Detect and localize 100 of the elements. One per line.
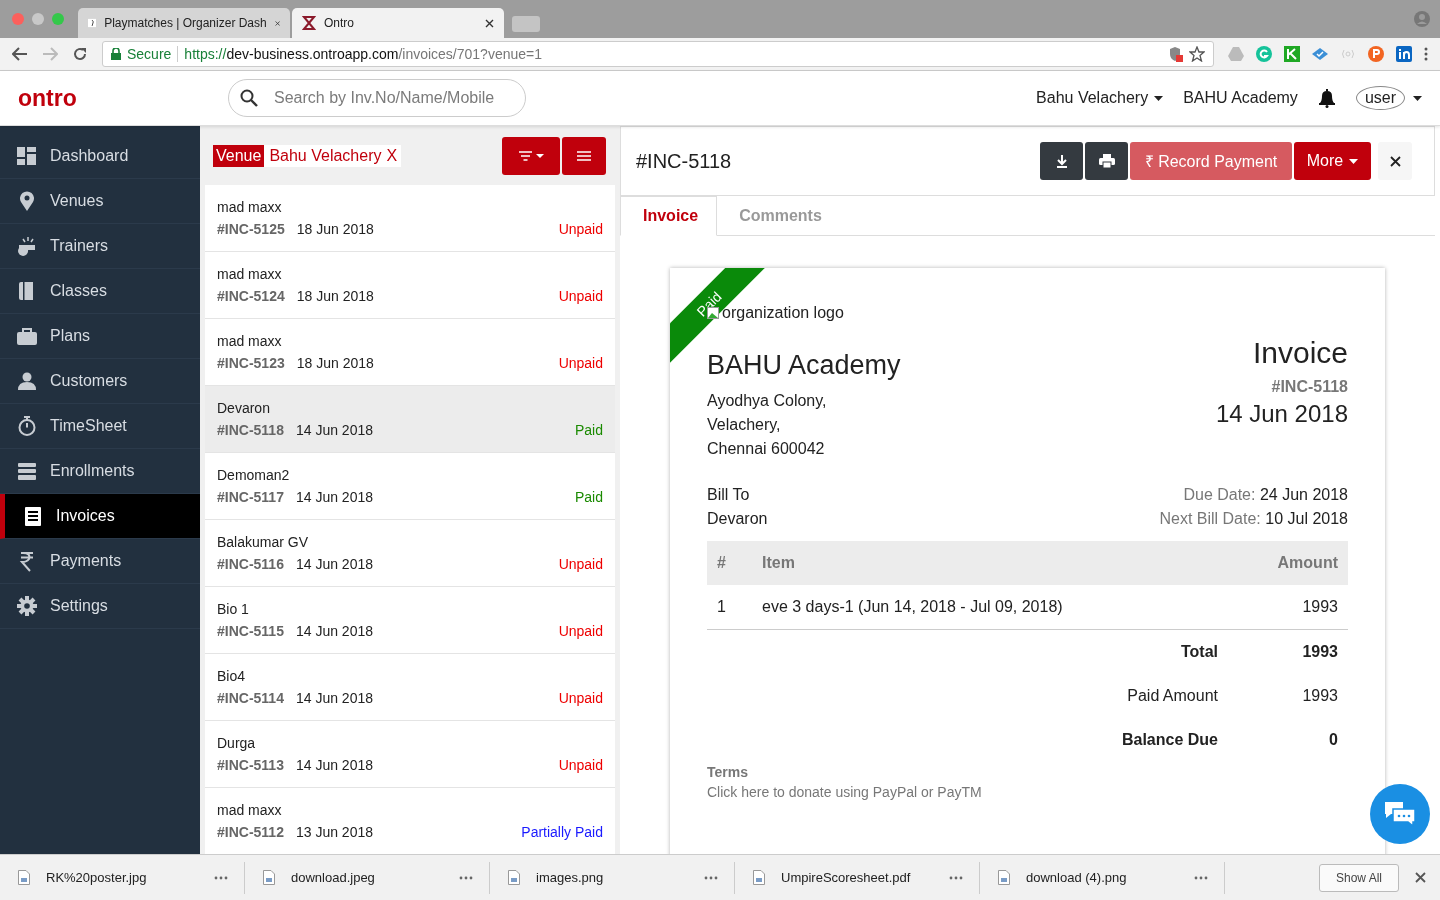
invoice-list-item[interactable]: Durga #INC-5113 14 Jun 2018 Unpaid [205, 721, 615, 788]
file-icon [18, 870, 30, 885]
address-bar[interactable]: Secure https://dev-business.ontroapp.com/invoices/701?venue=1 [102, 41, 1214, 67]
chat-button[interactable] [1370, 784, 1430, 844]
tab[interactable]: Invoice [620, 196, 718, 236]
invoice-list-item[interactable]: Demoman2 #INC-5117 14 Jun 2018 Paid [205, 453, 615, 520]
customer-name: Devaron [217, 400, 271, 416]
print-button[interactable] [1085, 142, 1128, 180]
total-label: Balance Due [1120, 731, 1218, 749]
file-name: UmpireScoresheet.pdf [781, 870, 911, 885]
invoice-list-item[interactable]: Balakumar GV #INC-5116 14 Jun 2018 Unpaid [205, 520, 615, 587]
file-name: download.jpeg [291, 870, 375, 885]
total-value: 1993 [1301, 643, 1338, 661]
invoice-number: #INC-5117 [217, 489, 284, 505]
table-cell-text: eve 3 days-1 (Jun 14, 2018 - Jul 09, 2018) [762, 598, 1064, 616]
download-item[interactable]: images.png [490, 861, 735, 894]
check-icon[interactable] [1312, 48, 1328, 60]
filter-label: Venue [213, 144, 265, 167]
invoice-date: 14 Jun 2018 [295, 422, 373, 438]
donate-link[interactable]: Click here to donate using PayPal or PayTM [707, 784, 1348, 800]
status-label: Paid [574, 422, 603, 438]
table-cell-text: 1 [717, 598, 727, 616]
invoice-list-item[interactable]: Bio 1 #INC-5115 14 Jun 2018 Unpaid [205, 587, 615, 654]
star-icon[interactable] [1189, 46, 1205, 62]
sidebar-item[interactable]: Invoices [0, 494, 200, 539]
close-icon[interactable] [485, 18, 494, 28]
more-button[interactable]: More [1294, 142, 1371, 180]
more-icon[interactable] [949, 875, 963, 880]
invoice-list-item[interactable]: mad maxx #INC-5124 18 Jun 2018 Unpaid [205, 252, 615, 319]
close-icon[interactable] [1415, 872, 1426, 883]
invoice-number: #INC-5118 [217, 422, 284, 438]
customer-name: Devaron [707, 509, 768, 529]
reload-icon[interactable] [72, 46, 88, 62]
customer-name: Bio 1 [217, 601, 250, 617]
browser-tab[interactable]: Ontro [292, 8, 504, 38]
customer-name: Balakumar GV [217, 534, 310, 550]
more-icon[interactable] [459, 875, 473, 880]
invoice-date: 14 Jun 2018 [295, 690, 373, 706]
download-item[interactable]: download.jpeg [245, 861, 490, 894]
status-label: Partially Paid [521, 824, 603, 840]
customer-name: mad maxx [217, 266, 283, 282]
person-icon [16, 370, 38, 392]
download-item[interactable]: RK%20poster.jpg [0, 861, 245, 894]
extension-icon[interactable] [1284, 46, 1300, 62]
invoice-list-item[interactable]: Devaron #INC-5118 14 Jun 2018 Paid [205, 386, 615, 453]
record-payment-button[interactable]: ₹ Record Payment [1130, 142, 1292, 180]
search-icon [240, 89, 258, 107]
bell-icon[interactable] [1317, 88, 1336, 108]
table-cell: 1993 [1302, 598, 1338, 616]
sidebar-item[interactable]: Classes [0, 269, 200, 314]
filter-value: Bahu Velachery [268, 146, 382, 165]
invoice-number: #INC-5123 [217, 355, 285, 371]
download-button[interactable] [1040, 142, 1083, 180]
download-item[interactable]: download (4).png [980, 861, 1225, 894]
sidebar-item[interactable]: Plans [0, 314, 200, 359]
invoice-number: #INC-5113 [217, 757, 284, 773]
menu-icon [577, 150, 591, 161]
more-icon[interactable] [704, 875, 718, 880]
sidebar-item[interactable]: Settings [0, 584, 200, 629]
invoice-title: #INC-5118 [636, 149, 732, 173]
extension-icon[interactable] [1368, 46, 1384, 62]
customer-name: mad maxx [217, 333, 283, 349]
remove-filter-link[interactable]: X [381, 146, 402, 165]
status-label: Unpaid [558, 623, 603, 639]
invoice-list-item[interactable]: mad maxx #INC-5112 13 Jun 2018 Partially Paid [205, 788, 615, 854]
shield-icon[interactable] [1169, 46, 1183, 62]
close-button[interactable] [1378, 142, 1412, 180]
logo[interactable]: ontro [18, 84, 208, 112]
back-icon[interactable] [12, 47, 28, 61]
extension-icon[interactable] [1396, 46, 1412, 62]
download-item[interactable]: UmpireScoresheet.pdf [735, 861, 980, 894]
kebab-menu-icon[interactable] [1424, 47, 1428, 61]
invoice-list-item[interactable]: mad maxx #INC-5123 18 Jun 2018 Unpaid [205, 319, 615, 386]
total-value: 1993 [1301, 687, 1338, 705]
show-all-button[interactable]: Show All [1319, 863, 1399, 892]
file-name: images.png [536, 870, 604, 885]
search-field[interactable]: Search by Inv.No/Name/Mobile [228, 79, 526, 117]
download-icon [1055, 154, 1068, 168]
dashboard-icon [16, 145, 38, 167]
organization-name[interactable]: BAHU Academy [1183, 89, 1298, 107]
more-icon[interactable] [1194, 875, 1208, 880]
invoice-list-item[interactable]: mad maxx #INC-5125 18 Jun 2018 Unpaid [205, 185, 615, 252]
invoice-date: 14 Jun 2018 [295, 556, 373, 572]
invoice-number: #INC-5114 [217, 690, 284, 706]
filter-button[interactable] [502, 136, 560, 175]
stack-icon [16, 460, 38, 482]
customer-name: Demoman2 [217, 467, 291, 483]
file-name: download (4).png [1026, 870, 1127, 885]
close-icon [1389, 155, 1401, 167]
caret-icon[interactable] [1413, 95, 1422, 101]
stopwatch-icon [16, 415, 38, 437]
file-icon [263, 870, 275, 885]
caret-icon [1154, 95, 1164, 101]
invoice-heading: Invoice [1252, 336, 1348, 370]
venue-dropdown[interactable]: Bahu Velachery [1036, 89, 1164, 107]
more-icon[interactable] [214, 875, 228, 880]
browser-tab[interactable]: Playmatches | Organizer Dash [78, 8, 290, 38]
menu-button[interactable] [562, 136, 606, 175]
invoice-list-item[interactable]: Bio4 #INC-5114 14 Jun 2018 Unpaid [205, 654, 615, 721]
sidebar-item[interactable]: Dashboard [0, 134, 200, 179]
